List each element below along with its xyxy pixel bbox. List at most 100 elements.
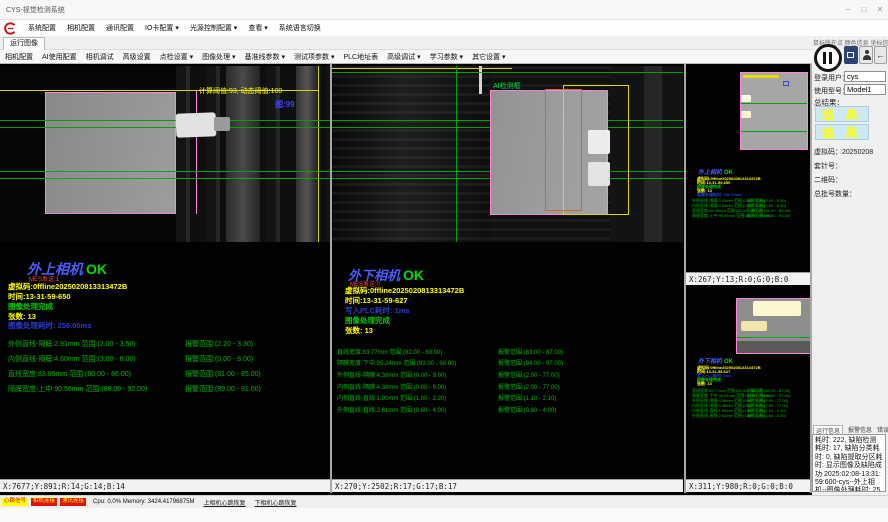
window-bottom-strip [0, 508, 888, 522]
toolbar-plc-address[interactable]: PLC地址表 [344, 52, 379, 62]
menu-system-config[interactable]: 系统配置 [28, 23, 56, 33]
baseline-green [0, 120, 330, 121]
user-icon [863, 55, 871, 60]
measurement-row: 隔膜宽度-下中:95.24mm 范围:(93.00 - 98.00) 报警范围:… [337, 358, 456, 367]
toolbar-advanced-debug[interactable]: 高级调试 ▾ [387, 52, 420, 62]
menu-language[interactable]: 系统语言切换 [279, 23, 321, 33]
virtual-code-row: 虚拟码：20250208 [814, 147, 873, 157]
user-button[interactable] [859, 46, 873, 64]
upper-camera-heartbeat-link[interactable]: 上相机心跳恢复 [203, 498, 245, 507]
measurement-row: 隔膜宽度-上中:90.56mm 范围:(88.00 - 92.00) 报警范围:… [8, 384, 147, 394]
camera-button[interactable] [844, 46, 858, 64]
window-title: CYS-视觉检测系统 [6, 5, 840, 15]
lower-camera-heartbeat-link[interactable]: 下相机心跳恢复 [254, 498, 296, 507]
baseline-green [332, 72, 683, 73]
result-box-lower: 结 果 [815, 124, 869, 140]
dark-band [737, 341, 811, 353]
menu-view[interactable]: 查看 ▾ [248, 23, 267, 33]
run-log[interactable]: 耗时: 222, 缺陷检测耗时: 17, 缺陷分类耗时: 0, 缺陷提取分区耗时… [812, 434, 886, 492]
coord-bar-lower: X:270;Y:2502;R:17;G:17;B:17 [332, 479, 683, 492]
toolbar-camera-config[interactable]: 相机配置 [5, 52, 33, 62]
baseline-green-vertical [456, 66, 457, 242]
measurement-row: 外侧直线-直线:2.61mm 范围:(0.60 - 4.00) 报警范围:(0.… [692, 413, 765, 419]
needle-number-label: 套针号： [814, 161, 842, 171]
measurement-row: 内侧直线-直线:1.90mm 范围:(1.00 - 2.20) 报警范围:(1.… [337, 393, 446, 402]
toolbar-advanced-settings[interactable]: 高级设置 [123, 52, 151, 62]
toolbar-test-params[interactable]: 测试项参数 ▾ [294, 52, 334, 62]
blue-marker-label: 图:99 [275, 99, 295, 110]
baseline-green [0, 127, 330, 128]
alarm-range: 报警范围:(0.00 - 8.00) [185, 354, 253, 364]
pause-icon [823, 52, 826, 64]
panel-divider [684, 64, 686, 493]
menu-light-config[interactable]: 光源控制配置 ▾ [190, 23, 237, 33]
toolbar-other-settings[interactable]: 其它设置 ▾ [472, 52, 505, 62]
connector-part [176, 112, 217, 137]
measurement-row: 外侧直线-直线:2.61mm 范围:(0.60 - 4.00) 报警范围:(0.… [337, 405, 446, 414]
camera-view-lower[interactable]: AI检测框 [332, 66, 683, 242]
title-bar: CYS-视觉检测系统 – □ ✕ [0, 0, 888, 20]
coord-bar-thumb-upper: X:267;Y:13;R:0;G:0;B:0 [686, 272, 810, 285]
virtual-code-label: 虚拟码： [814, 149, 842, 156]
menu-comm-config[interactable]: 通讯配置 [106, 23, 134, 33]
close-button[interactable]: ✕ [872, 5, 888, 14]
toolbar-spot-check[interactable]: 点检设置 ▾ [160, 52, 193, 62]
alarm-range: 报警范围:(0.60 - 4.00) [747, 413, 786, 419]
alarm-range: 报警范围:(81.00 - 85.00) [185, 369, 261, 379]
camera-view-upper[interactable]: 计算阈值:93, 动态阈值:100 图:99 [0, 66, 330, 242]
ai-detect-label: AI检测框 [493, 81, 521, 91]
measurement-row: 内侧直线-隔膜:4.60mm 范围:(3.00 - 6.00) 报警范围:(0.… [8, 354, 136, 364]
menu-camera-config[interactable]: 相机配置 [67, 23, 95, 33]
alarm-range: 报警范围:(1.10 - 2.10) [498, 393, 556, 402]
login-user-input[interactable] [844, 71, 886, 82]
toolbar-baseline-params[interactable]: 基准线参数 ▾ [245, 52, 285, 62]
measurement-row: 隔膜宽度-上中:90.56mm 范围:(88.00 - 92.00) 报警范围:… [692, 213, 772, 219]
camera-thumb-lower[interactable] [736, 298, 812, 354]
result-box-upper: 结 果 [815, 106, 869, 122]
measurement-value: 外侧直线-隔膜:2.91mm 范围:(2.00 - 3.50) [8, 341, 136, 348]
measurement-value: 隔膜宽度-下中:95.24mm 范围:(93.00 - 98.00) [337, 361, 456, 367]
qr-code-label: 二维码： [814, 175, 842, 185]
baseline-green [0, 178, 330, 179]
toolbar-image-processing[interactable]: 图像处理 ▾ [202, 52, 235, 62]
status-ok: OK [86, 261, 107, 277]
alarm-range: 报警范围:(89.00 - 91.00) [185, 384, 261, 394]
blue-marker [783, 81, 789, 86]
machine-band [296, 66, 318, 242]
model-input[interactable] [844, 84, 886, 95]
app-logo-icon [4, 22, 17, 35]
machine-band [644, 66, 662, 242]
measurement-value: 外侧直线-隔膜:4.38mm 范围:(0.00 - 9.00) [337, 373, 446, 379]
measurement-value: 内侧直线-隔膜:4.60mm 范围:(3.00 - 6.00) [8, 356, 136, 363]
camera-connect-badge: 相机连接 [31, 498, 57, 506]
measurement-value: 内侧直线-直线:1.90mm 范围:(1.00 - 2.20) [337, 396, 446, 402]
cpu-memory-status: Cpu: 0.0% Memory: 3424.41796875M [93, 499, 194, 505]
overexposed-highlight [741, 321, 767, 331]
measurement-row: 外侧直线-隔膜:2.91mm 范围:(2.00 - 3.50) 报警范围:(2.… [8, 339, 136, 349]
coord-bar-thumb-lower: X:311;Y:980;R:0;G:0;B:0 [686, 479, 810, 492]
connector-highlight [740, 111, 751, 118]
tab-run-image[interactable]: 运行图像 [3, 37, 45, 50]
pause-button[interactable] [814, 44, 842, 72]
thumb-title-lower: 外下相机OK [698, 356, 733, 365]
connector-part [588, 130, 610, 154]
menu-bar: 系统配置 相机配置 通讯配置 IO卡配置 ▾ 光源控制配置 ▾ 查看 ▾ 系统语… [0, 20, 888, 36]
threshold-label: 计算阈值:93, 动态阈值:100 [199, 86, 282, 96]
maximize-button[interactable]: □ [856, 5, 872, 14]
pause-icon [829, 52, 832, 64]
minimize-button[interactable]: – [840, 5, 856, 14]
film-region-outline [45, 92, 176, 214]
frame-count-line: 张数: 13 [345, 325, 373, 336]
measurement-row: 外侧直线-隔膜:4.38mm 范围:(0.00 - 9.00) 报警范围:(2.… [337, 370, 446, 379]
camera-thumb-upper[interactable] [740, 72, 808, 150]
measurement-row: 内侧直线-隔膜:4.38mm 范围:(0.00 - 9.00) 报警范围:(2.… [337, 382, 446, 391]
toolbar-learning-params[interactable]: 学习参数 ▾ [430, 52, 463, 62]
menu-io-config[interactable]: IO卡配置 ▾ [145, 23, 179, 33]
measurement-value: 直线宽度:83.05mm 范围:(80.00 - 86.00) [8, 371, 131, 378]
back-button[interactable]: ← [874, 46, 887, 64]
frame-count-line: 张数: 13 [697, 381, 712, 387]
toolbar-ai-config[interactable]: AI使用配置 [42, 52, 77, 62]
roi-line-pink [196, 90, 197, 214]
reference-line-yellow-vertical [318, 66, 319, 242]
toolbar-camera-debug[interactable]: 相机调试 [86, 52, 114, 62]
